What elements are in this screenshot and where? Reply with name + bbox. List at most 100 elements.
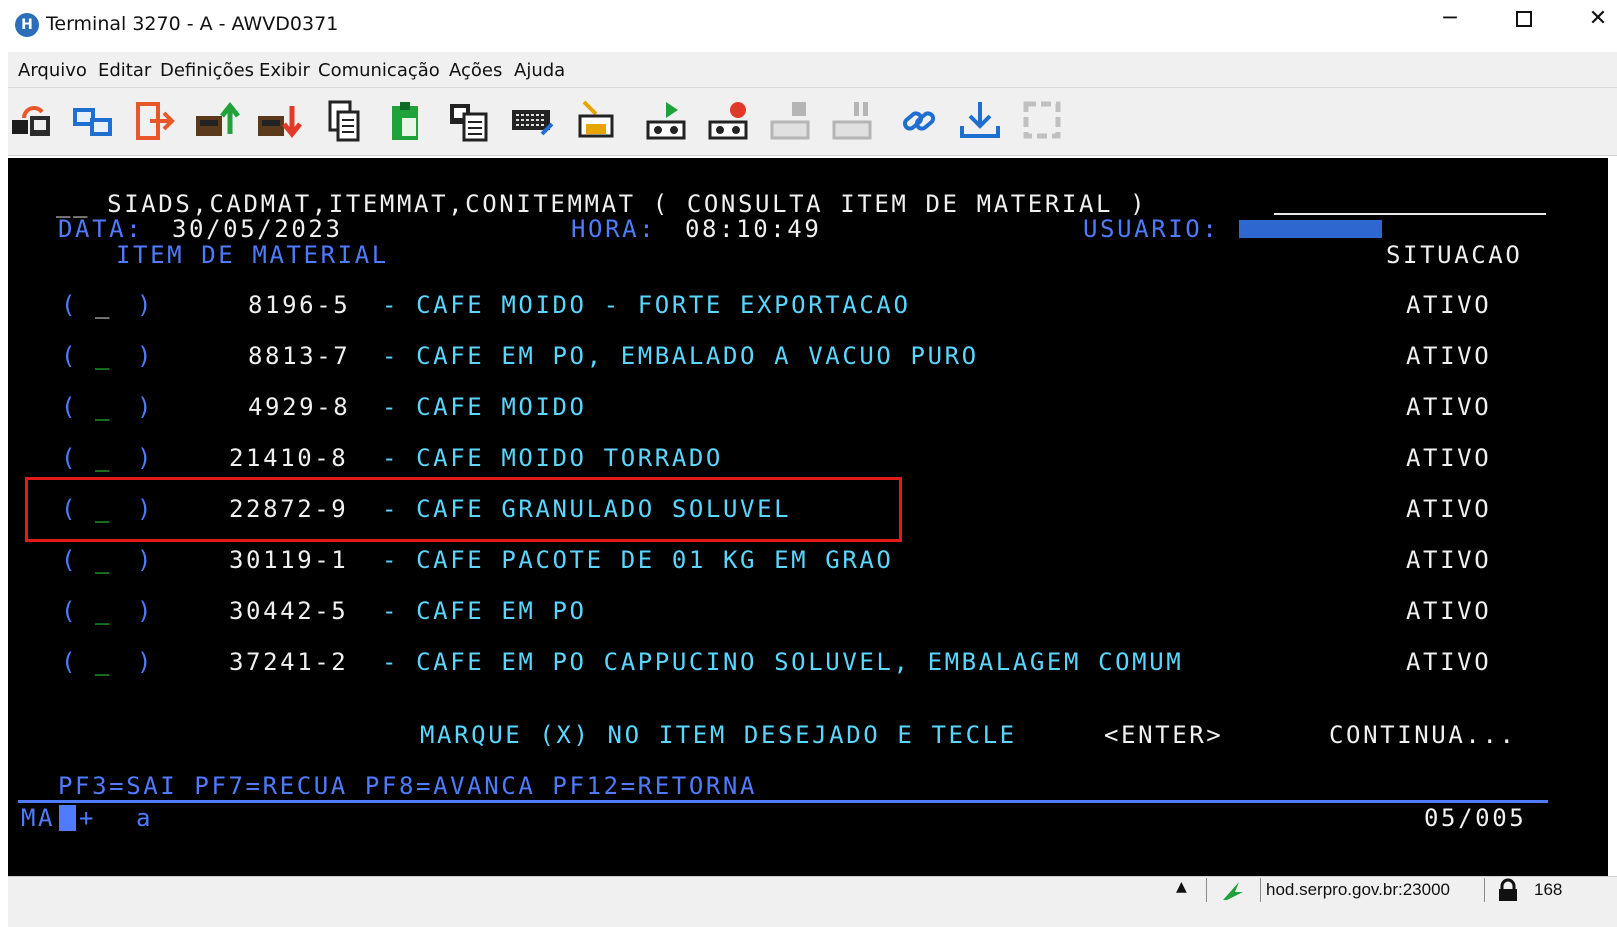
send-file-button[interactable] <box>194 98 240 144</box>
row-desc: - CAFE EM PO CAPPUCINO SOLUVEL, EMBALAGE… <box>382 648 1184 676</box>
toolbar <box>8 88 1617 156</box>
download-button[interactable] <box>958 98 1004 144</box>
minimize-button[interactable]: ─ <box>1426 6 1474 46</box>
row-select-field[interactable]: _ <box>95 546 112 574</box>
row-code: 21410-8 <box>229 444 349 472</box>
col-status-header: SITUACAO <box>1386 241 1523 269</box>
copy-append-button[interactable] <box>446 98 492 144</box>
paste-icon <box>392 102 418 140</box>
row-select-field[interactable]: _ <box>95 444 112 472</box>
paste-button[interactable] <box>384 98 430 144</box>
row-close-paren: ) <box>137 648 155 676</box>
new-session-icon <box>73 108 112 136</box>
receive-file-icon <box>258 106 302 139</box>
user-field <box>1239 220 1382 238</box>
cursor-block <box>59 805 76 831</box>
menu-ajuda[interactable]: Ajuda <box>514 60 565 81</box>
play-macro-icon <box>646 102 686 140</box>
keyboard-icon <box>512 110 554 136</box>
host-address: hod.serpro.gov.br:23000 <box>1266 880 1450 899</box>
status-bar: ▲ hod.serpro.gov.br:23000 168 <box>8 876 1617 927</box>
row-open-paren: ( <box>61 444 79 472</box>
lightning-icon <box>1223 882 1243 900</box>
row-desc: - CAFE PACOTE DE 01 KG EM GRAO <box>382 546 894 574</box>
close-button[interactable]: ✕ <box>1574 6 1617 46</box>
refresh-icon <box>1023 101 1061 139</box>
status-arrow-icon[interactable]: ▲ <box>1176 879 1187 895</box>
row-close-paren: ) <box>137 597 155 625</box>
row-status: ATIVO <box>1406 495 1492 523</box>
new-session-button[interactable] <box>70 98 116 144</box>
oia-divider <box>18 800 1548 803</box>
connection-status <box>1206 878 1258 902</box>
row-open-paren: ( <box>61 393 79 421</box>
row-status: ATIVO <box>1406 291 1492 319</box>
user-label: USUARIO: <box>1083 215 1220 243</box>
time-value: 08:10:49 <box>685 215 822 243</box>
pause-macro-button[interactable] <box>830 98 876 144</box>
keyboard-button[interactable] <box>510 98 556 144</box>
copy-icon <box>328 100 360 142</box>
row-select-field[interactable]: _ <box>95 393 112 421</box>
row-desc: - CAFE EM PO, EMBALADO A VACUO PURO <box>382 342 979 370</box>
menu-comunicacao[interactable]: Comunicação <box>318 60 440 81</box>
date-label: DATA: <box>58 215 144 243</box>
date-value: 30/05/2023 <box>172 215 343 243</box>
row-select-field[interactable]: _ <box>95 291 112 319</box>
row-select-field[interactable]: _ <box>95 648 112 676</box>
enter-key-hint: <ENTER> <box>1104 721 1224 749</box>
row-code: 30119-1 <box>229 546 349 574</box>
record-macro-button[interactable] <box>706 98 752 144</box>
page-indicator: 05/005 <box>1424 804 1527 832</box>
print-button[interactable] <box>574 98 620 144</box>
row-close-paren: ) <box>137 444 155 472</box>
row-code: 30442-5 <box>229 597 349 625</box>
copy-button[interactable] <box>322 98 368 144</box>
maximize-button[interactable] <box>1500 6 1548 46</box>
menu-editar[interactable]: Editar <box>98 60 151 81</box>
time-label: HORA: <box>571 215 657 243</box>
col-item-header: ITEM DE MATERIAL <box>116 241 389 269</box>
oia-plus: + <box>79 804 97 832</box>
window-title: Terminal 3270 - A - AWVD0371 <box>46 13 339 35</box>
menu-acoes[interactable]: Ações <box>449 60 502 81</box>
row-status: ATIVO <box>1406 393 1492 421</box>
record-macro-icon <box>708 102 748 140</box>
row-desc: - CAFE MOIDO TORRADO <box>382 444 723 472</box>
row-open-paren: ( <box>61 597 79 625</box>
oia-mode: MA <box>21 804 56 832</box>
title-bar: H Terminal 3270 - A - AWVD0371 ─ ✕ <box>0 0 1617 50</box>
lock-icon <box>1499 878 1517 901</box>
row-select-field[interactable]: _ <box>95 597 112 625</box>
refresh-button[interactable] <box>1020 98 1066 144</box>
row-open-paren: ( <box>61 648 79 676</box>
disconnect-button[interactable] <box>10 98 56 144</box>
link-button[interactable] <box>896 98 942 144</box>
security-cell <box>1484 878 1532 902</box>
exit-button[interactable] <box>132 98 178 144</box>
row-close-paren: ) <box>137 342 155 370</box>
continua-label: CONTINUA... <box>1329 721 1517 749</box>
row-select-field[interactable]: _ <box>95 342 112 370</box>
row-open-paren: ( <box>61 342 79 370</box>
download-icon <box>960 102 1000 138</box>
row-desc: - CAFE MOIDO <box>382 393 587 421</box>
pf-key-legend: PF3=SAI PF7=RECUA PF8=AVANCA PF12=RETORN… <box>58 772 758 800</box>
menu-definicoes[interactable]: Definições <box>160 60 254 81</box>
menu-exibir[interactable]: Exibir <box>259 60 310 81</box>
stop-macro-icon <box>770 102 810 140</box>
receive-file-button[interactable] <box>256 98 302 144</box>
print-icon <box>578 100 614 138</box>
row-status: ATIVO <box>1406 444 1492 472</box>
send-file-icon <box>196 101 240 136</box>
instruction-text: MARQUE (X) NO ITEM DESEJADO E TECLE <box>420 721 1017 749</box>
play-macro-button[interactable] <box>644 98 690 144</box>
stop-macro-button[interactable] <box>768 98 814 144</box>
app-icon: H <box>15 13 39 37</box>
row-desc: - CAFE EM PO <box>382 597 587 625</box>
row-status: ATIVO <box>1406 648 1492 676</box>
copy-append-icon <box>450 104 488 142</box>
menu-arquivo[interactable]: Arquivo <box>18 60 87 81</box>
terminal-screen[interactable]: __ SIADS,CADMAT,ITEMMAT,CONITEMMAT ( CON… <box>8 158 1608 876</box>
status-number: 168 <box>1534 880 1563 899</box>
